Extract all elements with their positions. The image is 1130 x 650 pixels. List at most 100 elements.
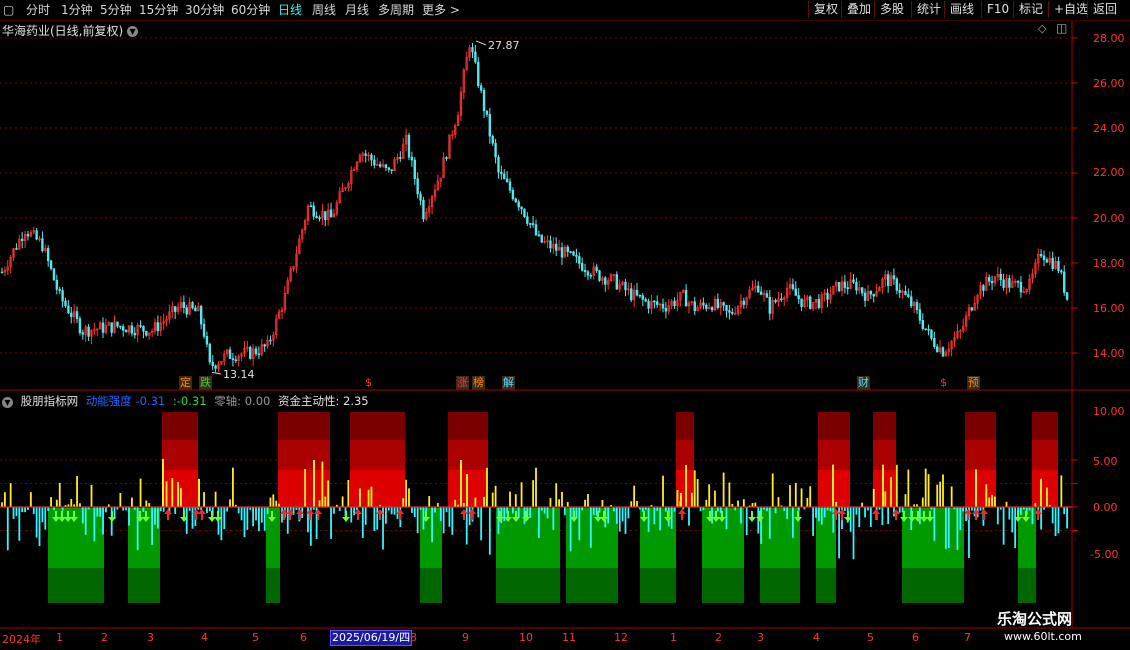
indicator-bar-positive	[341, 496, 344, 507]
date-axis-month: 3	[147, 631, 154, 644]
candle-body	[474, 51, 477, 63]
candle-body	[205, 336, 209, 345]
candle-body	[1008, 278, 1011, 288]
indicator-bar-negative	[373, 507, 376, 532]
candle-body	[673, 300, 676, 306]
indicator-bar-positive	[561, 491, 563, 507]
candle-body	[941, 347, 945, 357]
indicator-bar-positive	[991, 494, 993, 507]
indicator-bar-positive	[9, 483, 12, 507]
candle-body	[1002, 279, 1005, 288]
candle-body	[921, 320, 924, 329]
event-tag[interactable]: 定	[179, 376, 192, 390]
indicator-bar-positive	[754, 502, 757, 507]
candle-body	[58, 289, 61, 291]
indicator-bar-negative	[142, 507, 145, 512]
date-axis-month: 7	[964, 631, 971, 644]
candle-body	[780, 298, 783, 301]
candle-body	[560, 247, 564, 258]
price-axis-label: 28.00	[1093, 32, 1125, 45]
candle-body	[384, 164, 388, 168]
event-tag[interactable]: $	[364, 376, 373, 390]
indicator-bar-positive	[313, 460, 315, 507]
candle-body	[494, 142, 497, 158]
indicator-bar-negative	[96, 507, 99, 517]
candle-body	[907, 294, 910, 298]
indicator-bar-positive	[304, 469, 306, 507]
low-pointer	[211, 371, 222, 375]
candle-body	[399, 156, 402, 159]
signal-arrow-up	[980, 509, 988, 520]
indicator-bar-positive	[636, 500, 638, 507]
candle-body	[578, 256, 581, 264]
indicator-bar-negative	[32, 507, 35, 514]
indicator-bar-negative	[563, 507, 566, 516]
indicator-bar-negative	[162, 507, 165, 512]
date-cursor: 2025/06/19/四	[330, 630, 413, 646]
event-tag[interactable]: $	[939, 376, 948, 390]
indicator-bar-negative	[791, 507, 794, 538]
candle-body	[312, 205, 315, 217]
candle-body	[503, 173, 506, 180]
candle-body	[173, 306, 177, 312]
candle-body	[1016, 281, 1020, 283]
indicator-bar-positive	[806, 497, 809, 507]
indicator-bar-positive	[367, 489, 370, 507]
candle-body	[1060, 270, 1063, 273]
indicator-bar-positive	[327, 480, 330, 507]
candle-body	[370, 154, 373, 161]
signal-arrow-down	[748, 511, 756, 522]
event-tag[interactable]: 榜	[472, 376, 485, 390]
indicator-bar-negative	[1031, 507, 1034, 525]
event-tag[interactable]: 财	[857, 376, 870, 390]
candle-body	[595, 266, 598, 271]
indicator-bar-positive	[1, 502, 3, 507]
indicator-bar-negative	[766, 507, 768, 512]
candle-body	[482, 89, 486, 112]
candle-body	[413, 159, 416, 179]
candle-body	[491, 135, 494, 144]
dropdown-icon[interactable]: ▼	[2, 397, 13, 408]
candle-body	[598, 270, 601, 281]
event-tag[interactable]: 解	[502, 376, 515, 390]
indicator-bar-negative	[156, 507, 159, 529]
indicator-bar-negative	[390, 507, 393, 515]
candle-body	[231, 358, 235, 361]
candle-body	[843, 281, 847, 288]
indicator-bar-negative	[529, 507, 532, 518]
indicator-bar-positive	[130, 497, 133, 507]
candle-body	[122, 326, 125, 331]
candle-body	[566, 246, 569, 252]
indicator-bar-negative	[624, 507, 627, 534]
indicator-bar-negative	[206, 507, 208, 514]
candle-body	[630, 288, 633, 301]
indicator-bar-positive	[662, 475, 664, 507]
candle-body	[661, 303, 665, 309]
date-axis-month: 5	[252, 631, 259, 644]
candle-body	[531, 223, 535, 225]
indicator-bar-positive	[549, 498, 552, 507]
date-axis-month: 1	[670, 631, 677, 644]
event-tag[interactable]: 预	[967, 376, 980, 390]
indicator-bar-negative	[546, 507, 549, 519]
candle-body	[537, 234, 541, 237]
indicator-bar-negative	[84, 507, 87, 535]
indicator-bar-positive	[454, 499, 457, 507]
candle-body	[416, 178, 419, 195]
indicator-bar-negative	[647, 507, 650, 532]
indicator-bar-negative	[255, 507, 257, 521]
candle-body	[774, 299, 777, 303]
candle-body	[924, 328, 927, 330]
indicator-bar-positive	[705, 499, 708, 507]
indicator-bar-negative	[820, 507, 823, 525]
candle-body	[589, 275, 593, 277]
indicator-bar-positive	[29, 492, 32, 507]
candle-body	[765, 293, 769, 298]
indicator-bar-positive	[985, 484, 988, 507]
event-tag[interactable]: 跌	[199, 376, 212, 390]
event-tag[interactable]: 涨	[456, 376, 469, 390]
date-axis-month: 4	[201, 631, 208, 644]
signal-arrow-up	[872, 509, 880, 520]
indicator-bar-positive	[1060, 475, 1063, 507]
candle-body	[725, 305, 728, 311]
